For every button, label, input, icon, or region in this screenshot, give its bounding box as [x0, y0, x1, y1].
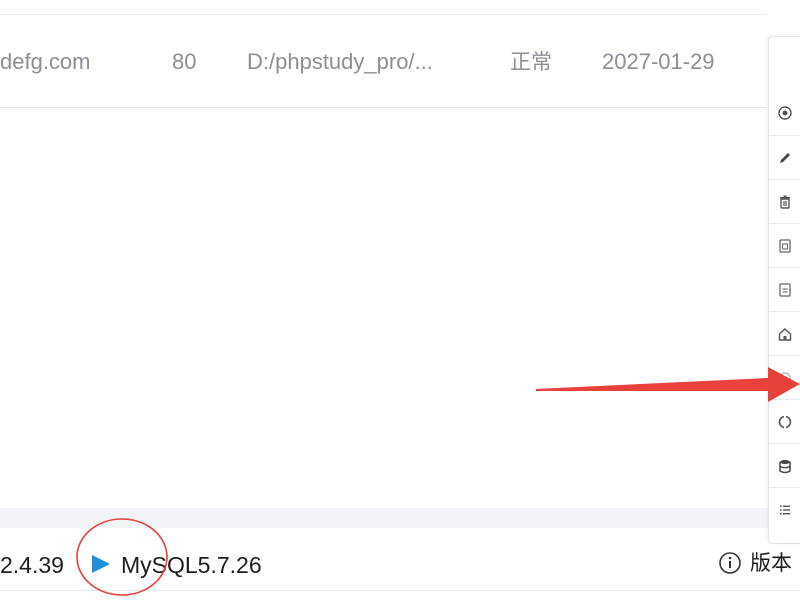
- mysql-service-label[interactable]: MySQL5.7.26: [121, 552, 262, 578]
- site-path-cell: D:/phpstudy_pro/...: [247, 49, 433, 74]
- toolbar-button-edit[interactable]: [769, 135, 800, 180]
- toolbar-button-database[interactable]: [769, 443, 800, 488]
- website-table-row[interactable]: defg.com 80 D:/phpstudy_pro/... 正常 2027-…: [0, 15, 766, 108]
- toolbar-button-document[interactable]: [769, 267, 800, 312]
- site-status-cell: 正常: [510, 50, 552, 74]
- toolbar-button-list[interactable]: [769, 487, 800, 532]
- home-icon: [778, 328, 792, 341]
- toolbar-button-home[interactable]: [769, 311, 800, 356]
- radio-icon: [778, 106, 792, 120]
- site-expire-cell: 2027-01-29: [602, 49, 715, 74]
- app-window: defg.com 80 D:/phpstudy_pro/... 正常 2027-…: [0, 0, 800, 600]
- document-icon: [779, 283, 791, 297]
- toolbar-button-delete[interactable]: [769, 179, 800, 224]
- status-bar-bottom-line: [0, 590, 800, 591]
- site-domain-cell: defg.com: [0, 49, 91, 74]
- site-port-cell: 80: [172, 49, 197, 74]
- settings-icon: [779, 372, 791, 384]
- version-label[interactable]: 版本: [750, 550, 792, 576]
- trash-icon: [780, 195, 790, 209]
- mysql-play-icon[interactable]: [90, 553, 112, 575]
- info-icon[interactable]: [718, 551, 742, 575]
- footer-separator: [0, 508, 800, 528]
- side-action-toolbar: [768, 36, 800, 544]
- edit-icon: [780, 153, 790, 163]
- database-icon: [779, 460, 791, 474]
- toolbar-button-config[interactable]: [769, 223, 800, 268]
- toolbar-button-radio[interactable]: [769, 91, 800, 135]
- toolbar-button-settings[interactable]: [769, 355, 800, 400]
- apache-version-label: 2.4.39: [0, 552, 64, 578]
- toolbar-button-refresh[interactable]: [769, 399, 800, 444]
- list-icon: [780, 505, 790, 515]
- refresh-icon: [778, 415, 792, 429]
- config-file-icon: [779, 239, 791, 253]
- table-empty-area: [0, 108, 766, 508]
